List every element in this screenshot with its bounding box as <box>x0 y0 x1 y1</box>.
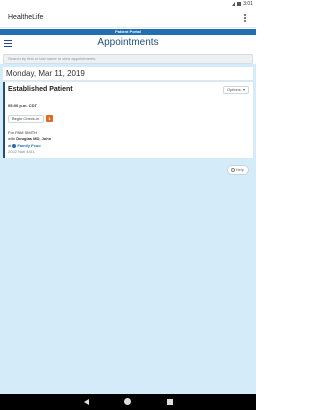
signal-icon <box>232 2 236 6</box>
help-button[interactable]: Help <box>227 165 249 175</box>
status-time: 3:01 <box>243 1 253 7</box>
status-icons: 3:01 <box>232 0 253 8</box>
system-nav-bar <box>0 394 256 410</box>
provider-name: Douglas MD, John <box>16 136 52 141</box>
page-header: Appointments <box>0 35 256 53</box>
location-name[interactable]: Family Fcoo <box>17 143 40 148</box>
options-button[interactable]: Options <box>223 86 249 94</box>
at-prefix: at <box>8 143 12 148</box>
appointment-card[interactable]: Established Patient Options 05:00 p.m. C… <box>3 82 253 158</box>
appointments-content: Monday, Mar 11, 2019 Established Patient… <box>0 64 256 394</box>
date-header: Monday, Mar 11, 2019 <box>3 67 253 81</box>
help-label: Help <box>235 167 244 172</box>
recents-square-icon[interactable] <box>167 399 173 405</box>
options-label: Options <box>227 87 241 92</box>
more-vert-icon[interactable] <box>242 13 248 23</box>
with-prefix: with <box>8 136 16 141</box>
back-triangle-icon[interactable] <box>84 399 89 405</box>
help-icon <box>231 168 235 172</box>
home-circle-icon[interactable] <box>124 398 131 405</box>
patient-line: For PAM SMITH <box>8 130 37 135</box>
location-icon <box>12 143 17 148</box>
location-line: at Family Fcoo <box>8 143 41 148</box>
app-bar: HealtheLife <box>0 8 256 28</box>
page-title: Appointments <box>97 37 159 48</box>
begin-checkin-button[interactable]: Begin Check-in <box>8 115 44 123</box>
provider-line: with Douglas MD, John <box>8 136 51 141</box>
app-title: HealtheLife <box>8 14 44 21</box>
patient-name: PAM SMITH <box>15 130 38 135</box>
for-prefix: For <box>8 130 14 135</box>
location-address: 2022 Natl 4811 <box>8 149 35 154</box>
checkin-badge: 1 <box>46 115 53 122</box>
battery-icon <box>237 2 242 6</box>
search-input[interactable]: Search by first or last name to view app… <box>3 54 253 64</box>
appointment-time: 05:00 p.m. CDT <box>8 103 37 108</box>
chevron-down-icon <box>243 89 245 91</box>
status-bar: 3:01 <box>0 0 256 8</box>
appointment-type: Established Patient <box>8 86 73 93</box>
